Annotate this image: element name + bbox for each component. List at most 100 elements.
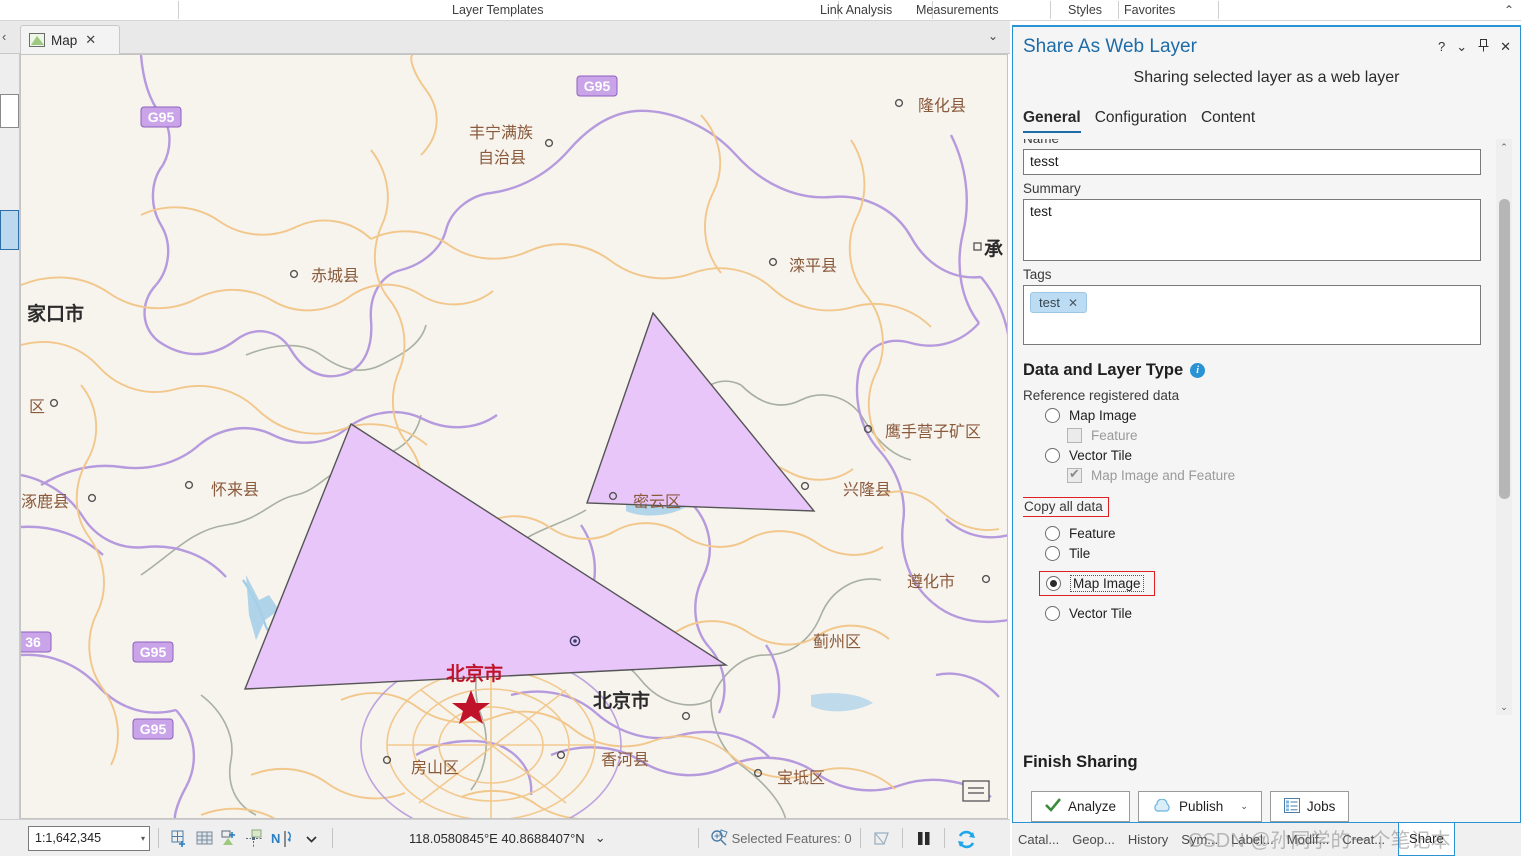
panel-window-controls: ? ⌄ ✕ xyxy=(1438,39,1511,54)
analyze-button-label: Analyze xyxy=(1068,799,1117,814)
close-icon[interactable]: ✕ xyxy=(1500,40,1511,53)
ribbon-group-measurements[interactable]: Measurements xyxy=(916,2,999,18)
svg-text:区: 区 xyxy=(29,399,45,416)
ribbon-group-favorites[interactable]: Favorites xyxy=(1124,2,1175,18)
scale-value: 1:1,642,345 xyxy=(35,831,102,845)
tab-general[interactable]: General xyxy=(1023,109,1081,133)
radio-reference-map-image[interactable]: Map Image xyxy=(1045,408,1498,423)
tag-chip-label: test xyxy=(1039,295,1060,310)
close-icon[interactable]: ✕ xyxy=(85,32,96,48)
svg-text:G95: G95 xyxy=(148,109,175,125)
status-divider xyxy=(859,828,861,848)
snapping-icon[interactable] xyxy=(245,829,264,848)
info-icon[interactable]: i xyxy=(1190,363,1206,378)
status-divider xyxy=(332,828,333,848)
tab-scroll-left-icon[interactable]: ‹ xyxy=(2,29,6,44)
svg-text:遵化市: 遵化市 xyxy=(907,572,955,591)
panel-scrollbar[interactable]: ⌃ ⌄ xyxy=(1496,139,1512,715)
radio-copy-vector-tile[interactable]: Vector Tile xyxy=(1045,606,1498,621)
pane-tab-history[interactable]: History xyxy=(1128,832,1168,847)
panel-subtitle: Sharing selected layer as a web layer xyxy=(1133,69,1400,86)
scrollbar-thumb[interactable] xyxy=(1499,199,1510,499)
publish-button[interactable]: Publish ⌄ xyxy=(1138,791,1262,822)
copy-all-data-label: Copy all data xyxy=(1023,497,1109,517)
section-heading-label: Data and Layer Type xyxy=(1023,361,1184,379)
panel-title: Share As Web Layer xyxy=(1023,36,1197,57)
pane-tab-symbology[interactable]: Sym... xyxy=(1181,832,1218,847)
checkbox-map-image-and-feature[interactable]: Map Image and Feature xyxy=(1067,466,1498,483)
refresh-icon[interactable] xyxy=(956,829,975,848)
clip-icon[interactable] xyxy=(872,829,891,848)
collapsed-pane-contents[interactable] xyxy=(0,94,19,128)
pane-tab-labeling[interactable]: Label... xyxy=(1231,832,1274,847)
checkbox-feature[interactable]: Feature xyxy=(1067,428,1498,443)
summary-input[interactable]: test xyxy=(1023,199,1481,261)
pause-icon[interactable] xyxy=(914,829,933,848)
map-icon xyxy=(29,33,45,47)
ribbon-divider xyxy=(1118,1,1119,19)
caret-down-icon[interactable]: ▾ xyxy=(141,834,145,843)
share-as-web-layer-panel: Share As Web Layer ? ⌄ ✕ Sharing selecte… xyxy=(1012,25,1521,825)
radio-label: Map Image xyxy=(1069,408,1137,423)
status-divider xyxy=(697,828,699,848)
chevron-down-icon[interactable]: ⌄ xyxy=(988,29,998,43)
scroll-up-icon[interactable]: ⌃ xyxy=(1496,139,1512,155)
svg-text:密云区: 密云区 xyxy=(633,493,681,511)
radio-copy-map-image[interactable]: Map Image xyxy=(1039,571,1155,596)
add-grid-icon[interactable] xyxy=(170,829,189,848)
ribbon-group-layer-templates[interactable]: Layer Templates xyxy=(452,2,544,18)
coordinate-readout: 118.0580845°E 40.8688407°N xyxy=(409,830,585,846)
map-graphic: G95 G95 G95 G95 36 隆化县 丰宁满族 自治县 滦平县 赤城县 xyxy=(21,55,1007,818)
add-layer-icon[interactable] xyxy=(220,829,239,848)
analyze-button[interactable]: Analyze xyxy=(1031,791,1131,822)
pin-icon[interactable] xyxy=(1478,39,1489,54)
pane-tab-geoprocessing[interactable]: Geop... xyxy=(1072,832,1115,847)
cloud-icon xyxy=(1152,797,1172,815)
svg-text:G95: G95 xyxy=(584,78,611,94)
name-input[interactable]: tesst xyxy=(1023,149,1481,175)
scroll-down-icon[interactable]: ⌄ xyxy=(1496,699,1512,715)
svg-text:隆化县: 隆化县 xyxy=(918,97,966,115)
svg-text:鹰手营子矿区: 鹰手营子矿区 xyxy=(885,423,981,441)
tab-map[interactable]: Map ✕ xyxy=(20,25,120,54)
checkbox-icon xyxy=(1067,466,1082,483)
radio-copy-tile[interactable]: Tile xyxy=(1045,546,1498,561)
pane-tab-catalog[interactable]: Catal... xyxy=(1018,832,1059,847)
close-icon[interactable]: ✕ xyxy=(1068,296,1078,310)
checkbox-label: Map Image and Feature xyxy=(1091,468,1236,483)
grid-icon[interactable] xyxy=(195,829,214,848)
svg-text:北京市: 北京市 xyxy=(593,689,650,712)
north-arrow-icon[interactable]: N xyxy=(270,829,296,848)
map-canvas[interactable]: G95 G95 G95 G95 36 隆化县 丰宁满族 自治县 滦平县 赤城县 xyxy=(20,54,1008,819)
help-icon[interactable]: ? xyxy=(1438,40,1445,53)
pane-tab-modify[interactable]: Modif... xyxy=(1287,832,1330,847)
ribbon-group-styles[interactable]: Styles xyxy=(1068,2,1102,18)
radio-copy-feature[interactable]: Feature xyxy=(1045,526,1498,541)
pane-tab-create[interactable]: Creat... xyxy=(1342,832,1385,847)
chevron-up-icon[interactable]: ⌃ xyxy=(1504,3,1514,17)
tab-configuration[interactable]: Configuration xyxy=(1095,109,1187,133)
svg-text:兴隆县: 兴隆县 xyxy=(843,481,891,499)
radio-reference-vector-tile[interactable]: Vector Tile xyxy=(1045,448,1498,463)
chevron-down-icon[interactable]: ⌄ xyxy=(595,830,606,846)
scale-selector[interactable]: 1:1,642,345 ▾ xyxy=(28,825,150,851)
chevron-down-icon[interactable]: ⌄ xyxy=(1456,40,1467,53)
pane-tab-share[interactable]: Share xyxy=(1398,822,1455,856)
tab-content[interactable]: Content xyxy=(1201,109,1255,133)
status-divider xyxy=(158,828,159,848)
svg-text:家口市: 家口市 xyxy=(27,302,84,325)
svg-text:丰宁满族: 丰宁满族 xyxy=(469,124,533,142)
svg-text:G95: G95 xyxy=(140,721,167,737)
radio-icon xyxy=(1045,546,1060,561)
tags-input[interactable]: test ✕ xyxy=(1023,285,1481,345)
jobs-button[interactable]: Jobs xyxy=(1269,791,1350,822)
collapsed-pane-catalog[interactable] xyxy=(0,210,19,250)
caret-down-icon[interactable] xyxy=(302,829,321,848)
ribbon-group-link-analysis[interactable]: Link Analysis xyxy=(820,2,892,18)
radio-label: Tile xyxy=(1069,546,1091,561)
checkbox-label: Feature xyxy=(1091,428,1138,443)
tag-chip[interactable]: test ✕ xyxy=(1030,292,1088,313)
list-icon xyxy=(1283,797,1300,816)
chevron-down-icon[interactable]: ⌄ xyxy=(1240,801,1248,812)
zoom-selection-icon[interactable] xyxy=(710,828,729,848)
